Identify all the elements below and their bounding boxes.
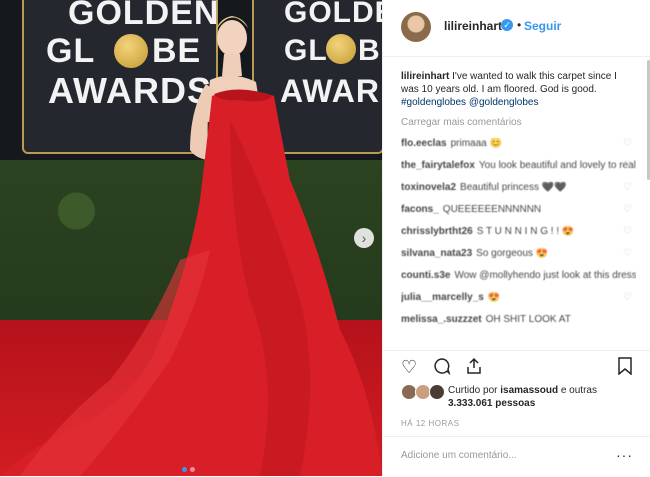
next-photo-button[interactable]: ›	[354, 228, 374, 248]
comment-item: facons_ QUEEEEEENNNNNN ♡	[401, 204, 636, 226]
comment-item: flo.eeclas primaaa 😊 ♡	[401, 138, 636, 160]
comment-item: counti.s3e Wow @mollyhendo just look at t…	[401, 270, 636, 292]
post-photo[interactable]: GOLDEN GL BE AWARDS GOLDEN GL BE AWARDS	[0, 0, 382, 476]
share-icon[interactable]	[465, 357, 483, 380]
comment-username[interactable]: the_fairytalefox	[401, 160, 475, 171]
comment-text: Wow @mollyhendo just look at this dress …	[454, 270, 636, 281]
comment-text: primaaa 😊	[450, 138, 502, 149]
comments-list: lilireinhart I've wanted to walk this ca…	[401, 70, 636, 348]
comment-item: julia__marcelly_s 😍 ♡	[401, 292, 636, 314]
comment-item: silvana_nata23 So gorgeous 😍 ♡	[401, 248, 636, 270]
comment-input[interactable]: Adicione um comentário...	[401, 450, 517, 461]
add-comment-bar: Adicione um comentário... ···	[383, 436, 650, 477]
likes-user[interactable]: isamassoud	[500, 385, 558, 396]
like-comment-heart-icon[interactable]: ♡	[623, 182, 632, 194]
like-comment-heart-icon[interactable]: ♡	[623, 270, 632, 282]
likes-middle: e outras	[560, 385, 597, 396]
post-caption: lilireinhart I've wanted to walk this ca…	[401, 70, 636, 109]
comment-text: You look beautiful and lovely to realize…	[478, 160, 636, 171]
header-username[interactable]: lilireinhart	[444, 19, 502, 33]
comment-username[interactable]: counti.s3e	[401, 270, 450, 281]
comment-username[interactable]: silvana_nata23	[401, 248, 472, 259]
bookmark-icon[interactable]	[617, 357, 633, 380]
comment-username[interactable]: chrisslybrtht26	[401, 226, 473, 237]
likes-count[interactable]: 3.333.061	[448, 398, 493, 409]
like-comment-heart-icon[interactable]: ♡	[623, 226, 632, 238]
liker-avatar	[429, 384, 445, 400]
comment-bubble-icon[interactable]	[433, 357, 451, 380]
comment-username[interactable]: facons_	[401, 204, 439, 215]
verified-badge-icon: ✓	[501, 19, 513, 31]
person-in-red-gown	[0, 16, 382, 476]
comment-username[interactable]: julia__marcelly_s	[401, 292, 484, 303]
heart-icon[interactable]: ♡	[401, 357, 417, 378]
likes-summary: Curtido por isamassoud e outras 3.333.06…	[401, 384, 641, 414]
comment-username[interactable]: flo.eeclas	[401, 138, 447, 149]
comment-item: the_fairytalefox You look beautiful and l…	[401, 160, 636, 182]
comment-text: QUEEEEEENNNNNN	[442, 204, 542, 215]
post-header: lilireinhart ✓ • Seguir	[383, 0, 650, 57]
post-details-panel: lilireinhart ✓ • Seguir lilireinhart I'v…	[382, 0, 650, 476]
like-comment-heart-icon[interactable]: ♡	[623, 138, 632, 150]
likes-text: Curtido por isamassoud e outras 3.333.06…	[448, 384, 641, 410]
avatar[interactable]	[401, 12, 431, 42]
comment-username[interactable]: melissa_.suzzzet	[401, 314, 482, 325]
chevron-right-icon: ›	[361, 230, 367, 246]
likes-suffix[interactable]: pessoas	[495, 398, 535, 409]
load-more-comments-link[interactable]: Carregar mais comentários	[401, 117, 636, 128]
caption-username[interactable]: lilireinhart	[401, 71, 449, 82]
comment-item: melissa_.suzzzet OH SHIT LOOK AT	[401, 314, 636, 336]
carousel-dot	[190, 467, 195, 472]
carousel-indicator	[182, 459, 198, 476]
follow-button[interactable]: Seguir	[524, 19, 561, 33]
comment-text: S T U N N I N G ! ! 😍	[476, 226, 575, 237]
caption-hashtags[interactable]: #goldenglobes @goldenglobes	[401, 97, 539, 108]
likes-prefix: Curtido por	[448, 385, 498, 396]
carousel-dot-active	[182, 467, 187, 472]
post-actions-bar: ♡	[383, 350, 650, 386]
comment-text: 😍	[487, 292, 501, 303]
like-comment-heart-icon[interactable]: ♡	[623, 204, 632, 216]
post-timestamp[interactable]: HÁ 12 HORAS	[401, 419, 459, 428]
comment-item: toxinovela2 Beautiful princess 🖤🖤 ♡	[401, 182, 636, 204]
comment-text: Beautiful princess 🖤🖤	[460, 182, 567, 193]
like-comment-heart-icon[interactable]: ♡	[623, 292, 632, 304]
separator-dot: •	[517, 18, 522, 32]
more-options-icon[interactable]: ···	[616, 447, 633, 463]
like-comment-heart-icon[interactable]: ♡	[623, 248, 632, 260]
comment-text: So gorgeous 😍	[476, 248, 549, 259]
like-comment-heart-icon[interactable]: ♡	[623, 160, 632, 172]
comment-item: chrisslybrtht26 S T U N N I N G ! ! 😍 ♡	[401, 226, 636, 248]
comment-text: OH SHIT LOOK AT	[485, 314, 571, 325]
instagram-post: GOLDEN GL BE AWARDS GOLDEN GL BE AWARDS	[0, 0, 650, 476]
comment-username[interactable]: toxinovela2	[401, 182, 456, 193]
